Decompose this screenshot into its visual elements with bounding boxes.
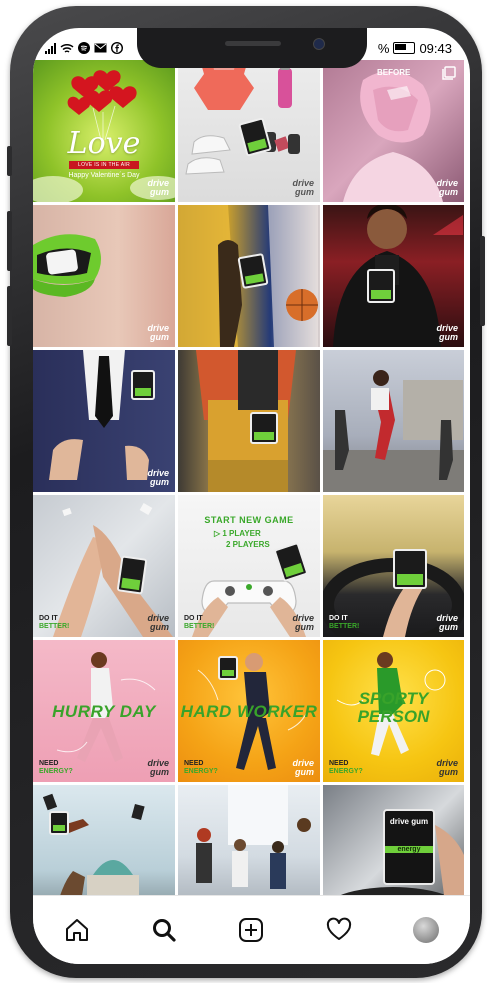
brand-logo: drive gum bbox=[147, 178, 169, 197]
cta-text: NEED ENERGY? bbox=[329, 760, 363, 775]
post-business-suit[interactable]: drive gum bbox=[33, 350, 175, 492]
search-icon bbox=[153, 919, 176, 942]
cta-text: DO IT BETTER! bbox=[329, 615, 360, 630]
post-gamepad[interactable]: START NEW GAME ▷ 1 PLAYER 2 PLAYERS DO I… bbox=[178, 495, 320, 637]
post-before[interactable]: BEFORE drive gum bbox=[323, 60, 464, 202]
post-grid: Love LOVE IS IN THE AIR Happy Valentine´… bbox=[33, 60, 470, 927]
heart-icon bbox=[326, 917, 351, 940]
brand-logo: drive gum bbox=[436, 613, 458, 632]
gum-pack bbox=[237, 252, 269, 290]
status-bar-left bbox=[45, 38, 123, 58]
home-button[interactable] bbox=[57, 910, 97, 950]
brand-logo: drive gum bbox=[436, 758, 458, 777]
wifi-icon bbox=[60, 43, 74, 53]
brand-logo: drive gum bbox=[147, 758, 169, 777]
mute-switch bbox=[7, 146, 12, 176]
post-sporty-person[interactable]: SPORTY PERSON NEED ENERGY? drive gum bbox=[323, 640, 464, 782]
volume-down-button bbox=[7, 286, 12, 346]
brand-logo: drive gum bbox=[292, 178, 314, 197]
before-label: BEFORE bbox=[377, 68, 411, 77]
pack-label: energy bbox=[385, 846, 433, 853]
brand-logo: drive gum bbox=[292, 758, 314, 777]
cta-text: DO IT BETTER! bbox=[184, 615, 215, 630]
signal-icon bbox=[45, 42, 56, 54]
brand-logo: drive gum bbox=[436, 178, 458, 197]
pack-brand: drive gum bbox=[389, 817, 429, 826]
product-pack: drive gum energy bbox=[383, 809, 435, 885]
post-valentine[interactable]: Love LOVE IS IN THE AIR Happy Valentine´… bbox=[33, 60, 175, 202]
post-gym-kit[interactable]: drive gum bbox=[178, 60, 320, 202]
add-post-button[interactable] bbox=[231, 910, 271, 950]
post-backpack[interactable] bbox=[178, 350, 320, 492]
brand-logo: drive gum bbox=[147, 468, 169, 487]
power-button bbox=[480, 236, 485, 326]
status-bar-right: % 09:43 bbox=[378, 38, 452, 58]
battery-icon bbox=[393, 42, 416, 54]
front-camera bbox=[313, 38, 325, 50]
bottom-nav bbox=[33, 895, 470, 964]
post-hurry-day[interactable]: HURRY DAY NEED ENERGY? drive gum bbox=[33, 640, 175, 782]
cta-text: DO IT BETTER! bbox=[39, 615, 70, 630]
post-steering-wheel[interactable]: DO IT BETTER! drive gum bbox=[323, 495, 464, 637]
battery-percent: % bbox=[377, 40, 390, 56]
post-basketball[interactable] bbox=[178, 205, 320, 347]
brand-logo: drive gum bbox=[292, 613, 314, 632]
brand-logo: drive gum bbox=[436, 323, 458, 342]
profile-button[interactable] bbox=[406, 910, 446, 950]
gum-pack bbox=[116, 555, 148, 595]
love-script-text: Love bbox=[67, 126, 141, 161]
post-runners[interactable] bbox=[323, 350, 464, 492]
add-post-icon bbox=[239, 918, 264, 942]
search-button[interactable] bbox=[144, 910, 184, 950]
volume-up-button bbox=[7, 211, 12, 271]
notch bbox=[137, 28, 367, 68]
mail-icon bbox=[94, 43, 107, 53]
sporty-headline: SPORTY PERSON bbox=[357, 689, 430, 726]
hurry-day-headline: HURRY DAY bbox=[52, 702, 156, 721]
speaker bbox=[225, 41, 281, 46]
brand-logo: drive gum bbox=[147, 323, 169, 342]
spotify-icon bbox=[78, 42, 90, 54]
cta-text: NEED ENERGY? bbox=[184, 760, 218, 775]
post-green-lips[interactable]: drive gum bbox=[33, 205, 175, 347]
backpack-image bbox=[196, 350, 296, 492]
facebook-icon bbox=[111, 42, 123, 54]
post-holding-hands[interactable]: DO IT BETTER! drive gum bbox=[33, 495, 175, 637]
hard-worker-headline: HARD WORKER bbox=[180, 702, 318, 721]
home-icon bbox=[65, 919, 88, 941]
multi-image-icon bbox=[442, 66, 456, 80]
post-woman-leather[interactable]: drive gum bbox=[323, 205, 464, 347]
gum-pack bbox=[218, 656, 238, 680]
gum-pack bbox=[393, 549, 427, 589]
gum-pack bbox=[131, 370, 155, 400]
gum-pack bbox=[367, 269, 395, 303]
runners-image bbox=[323, 370, 464, 492]
activity-button[interactable] bbox=[319, 910, 359, 950]
love-banner: LOVE IS IN THE AIR bbox=[69, 161, 139, 169]
clock-time: 09:43 bbox=[419, 40, 452, 56]
gum-pack bbox=[49, 811, 69, 835]
phone-screen: % 09:43 Love LOVE IS IN THE AIR Happy Va… bbox=[33, 28, 470, 964]
brand-logo: drive gum bbox=[147, 613, 169, 632]
post-hard-worker[interactable]: HARD WORKER NEED ENERGY? drive gum bbox=[178, 640, 320, 782]
profile-avatar bbox=[413, 917, 440, 943]
gum-pack bbox=[250, 412, 278, 444]
cta-text: NEED ENERGY? bbox=[39, 760, 73, 775]
